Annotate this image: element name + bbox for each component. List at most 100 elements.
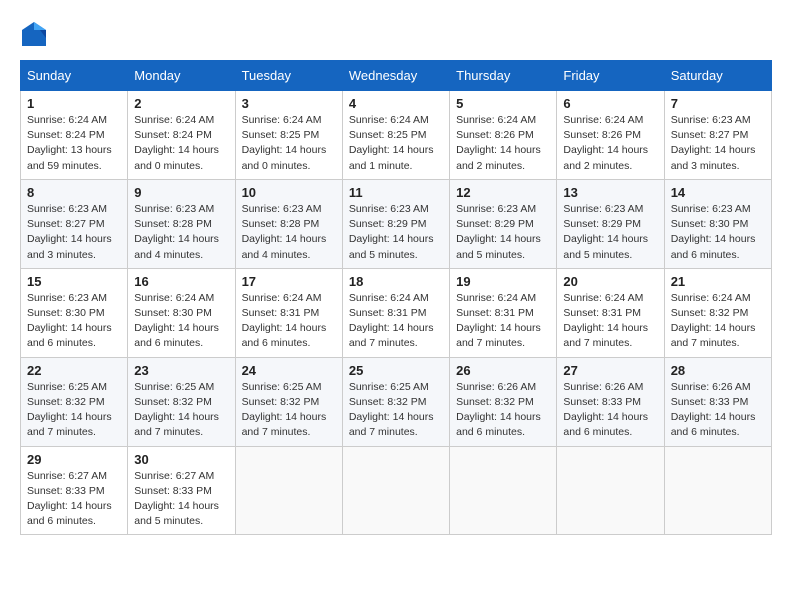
day-number: 12 xyxy=(456,185,550,200)
day-number: 20 xyxy=(563,274,657,289)
day-number: 22 xyxy=(27,363,121,378)
calendar-week-3: 15 Sunrise: 6:23 AMSunset: 8:30 PMDayligh… xyxy=(21,268,772,357)
calendar-cell xyxy=(450,446,557,535)
calendar-cell: 19Sunrise: 6:24 AMSunset: 8:31 PMDayligh… xyxy=(450,268,557,357)
day-number: 29 xyxy=(27,452,121,467)
day-number: 24 xyxy=(242,363,336,378)
day-number: 28 xyxy=(671,363,765,378)
day-number: 16 xyxy=(134,274,228,289)
calendar-cell: 2 Sunrise: 6:24 AMSunset: 8:24 PMDaylight… xyxy=(128,91,235,180)
calendar-cell: 15 Sunrise: 6:23 AMSunset: 8:30 PMDayligh… xyxy=(21,268,128,357)
calendar-cell: 28 Sunrise: 6:26 AMSunset: 8:33 PMDayligh… xyxy=(664,357,771,446)
day-number: 18 xyxy=(349,274,443,289)
cell-content: Sunrise: 6:27 AMSunset: 8:33 PMDaylight:… xyxy=(27,469,121,530)
day-number: 11 xyxy=(349,185,443,200)
calendar-cell: 18 Sunrise: 6:24 AMSunset: 8:31 PMDayligh… xyxy=(342,268,449,357)
cell-content: Sunrise: 6:23 AMSunset: 8:27 PMDaylight:… xyxy=(671,113,765,174)
cell-content: Sunrise: 6:23 AMSunset: 8:28 PMDaylight:… xyxy=(242,202,336,263)
cell-content: Sunrise: 6:23 AMSunset: 8:30 PMDaylight:… xyxy=(27,291,121,352)
calendar-cell: 27 Sunrise: 6:26 AMSunset: 8:33 PMDayligh… xyxy=(557,357,664,446)
calendar-cell: 6 Sunrise: 6:24 AMSunset: 8:26 PMDaylight… xyxy=(557,91,664,180)
calendar-cell xyxy=(342,446,449,535)
calendar-cell: 17Sunrise: 6:24 AMSunset: 8:31 PMDayligh… xyxy=(235,268,342,357)
calendar-cell: 7 Sunrise: 6:23 AMSunset: 8:27 PMDaylight… xyxy=(664,91,771,180)
cell-content: Sunrise: 6:24 AMSunset: 8:31 PMDaylight:… xyxy=(349,291,443,352)
cell-content: Sunrise: 6:26 AMSunset: 8:33 PMDaylight:… xyxy=(671,380,765,441)
day-number: 2 xyxy=(134,96,228,111)
day-number: 1 xyxy=(27,96,121,111)
cell-content: Sunrise: 6:25 AMSunset: 8:32 PMDaylight:… xyxy=(349,380,443,441)
calendar-cell: 9Sunrise: 6:23 AMSunset: 8:28 PMDaylight… xyxy=(128,179,235,268)
calendar-cell xyxy=(557,446,664,535)
cell-content: Sunrise: 6:24 AMSunset: 8:31 PMDaylight:… xyxy=(563,291,657,352)
cell-content: Sunrise: 6:26 AMSunset: 8:32 PMDaylight:… xyxy=(456,380,550,441)
calendar-cell xyxy=(235,446,342,535)
cell-content: Sunrise: 6:24 AMSunset: 8:24 PMDaylight:… xyxy=(27,113,121,174)
day-number: 25 xyxy=(349,363,443,378)
day-number: 10 xyxy=(242,185,336,200)
day-number: 7 xyxy=(671,96,765,111)
cell-content: Sunrise: 6:24 AMSunset: 8:25 PMDaylight:… xyxy=(349,113,443,174)
calendar-cell xyxy=(664,446,771,535)
header-thursday: Thursday xyxy=(450,61,557,91)
day-number: 27 xyxy=(563,363,657,378)
cell-content: Sunrise: 6:23 AMSunset: 8:27 PMDaylight:… xyxy=(27,202,121,263)
header-monday: Monday xyxy=(128,61,235,91)
calendar-table: SundayMondayTuesdayWednesdayThursdayFrid… xyxy=(20,60,772,535)
calendar-cell: 26 Sunrise: 6:26 AMSunset: 8:32 PMDayligh… xyxy=(450,357,557,446)
cell-content: Sunrise: 6:26 AMSunset: 8:33 PMDaylight:… xyxy=(563,380,657,441)
day-number: 19 xyxy=(456,274,550,289)
cell-content: Sunrise: 6:23 AMSunset: 8:29 PMDaylight:… xyxy=(563,202,657,263)
calendar-cell: 16Sunrise: 6:24 AMSunset: 8:30 PMDayligh… xyxy=(128,268,235,357)
header-sunday: Sunday xyxy=(21,61,128,91)
calendar-cell: 5 Sunrise: 6:24 AMSunset: 8:26 PMDaylight… xyxy=(450,91,557,180)
cell-content: Sunrise: 6:25 AMSunset: 8:32 PMDaylight:… xyxy=(134,380,228,441)
logo xyxy=(20,20,52,48)
calendar-cell: 14Sunrise: 6:23 AMSunset: 8:30 PMDayligh… xyxy=(664,179,771,268)
day-number: 26 xyxy=(456,363,550,378)
day-number: 23 xyxy=(134,363,228,378)
calendar-cell: 12 Sunrise: 6:23 AMSunset: 8:29 PMDayligh… xyxy=(450,179,557,268)
calendar-cell: 11 Sunrise: 6:23 AMSunset: 8:29 PMDayligh… xyxy=(342,179,449,268)
cell-content: Sunrise: 6:24 AMSunset: 8:25 PMDaylight:… xyxy=(242,113,336,174)
calendar-cell: 21 Sunrise: 6:24 AMSunset: 8:32 PMDayligh… xyxy=(664,268,771,357)
cell-content: Sunrise: 6:23 AMSunset: 8:29 PMDaylight:… xyxy=(349,202,443,263)
page-header xyxy=(20,20,772,48)
cell-content: Sunrise: 6:24 AMSunset: 8:31 PMDaylight:… xyxy=(242,291,336,352)
calendar-cell: 23 Sunrise: 6:25 AMSunset: 8:32 PMDayligh… xyxy=(128,357,235,446)
calendar-week-2: 8Sunrise: 6:23 AMSunset: 8:27 PMDaylight… xyxy=(21,179,772,268)
calendar-cell: 24 Sunrise: 6:25 AMSunset: 8:32 PMDayligh… xyxy=(235,357,342,446)
day-number: 21 xyxy=(671,274,765,289)
logo-icon xyxy=(20,20,48,48)
cell-content: Sunrise: 6:23 AMSunset: 8:28 PMDaylight:… xyxy=(134,202,228,263)
header-friday: Friday xyxy=(557,61,664,91)
day-number: 30 xyxy=(134,452,228,467)
calendar-cell: 13 Sunrise: 6:23 AMSunset: 8:29 PMDayligh… xyxy=(557,179,664,268)
calendar-cell: 22Sunrise: 6:25 AMSunset: 8:32 PMDayligh… xyxy=(21,357,128,446)
header-saturday: Saturday xyxy=(664,61,771,91)
cell-content: Sunrise: 6:27 AMSunset: 8:33 PMDaylight:… xyxy=(134,469,228,530)
calendar-header-row: SundayMondayTuesdayWednesdayThursdayFrid… xyxy=(21,61,772,91)
calendar-week-4: 22 Sunrise: 6:25 AMSunset: 8:32 PMDayligh… xyxy=(21,357,772,446)
cell-content: Sunrise: 6:23 AMSunset: 8:29 PMDaylight:… xyxy=(456,202,550,263)
day-number: 6 xyxy=(563,96,657,111)
calendar-cell: 10 Sunrise: 6:23 AMSunset: 8:28 PMDayligh… xyxy=(235,179,342,268)
calendar-cell: 4Sunrise: 6:24 AMSunset: 8:25 PMDaylight… xyxy=(342,91,449,180)
day-number: 5 xyxy=(456,96,550,111)
cell-content: Sunrise: 6:24 AMSunset: 8:32 PMDaylight:… xyxy=(671,291,765,352)
header-wednesday: Wednesday xyxy=(342,61,449,91)
day-number: 13 xyxy=(563,185,657,200)
day-number: 15 xyxy=(27,274,121,289)
day-number: 3 xyxy=(242,96,336,111)
cell-content: Sunrise: 6:24 AMSunset: 8:26 PMDaylight:… xyxy=(456,113,550,174)
day-number: 14 xyxy=(671,185,765,200)
calendar-cell: 25 Sunrise: 6:25 AMSunset: 8:32 PMDayligh… xyxy=(342,357,449,446)
calendar-cell: 29 Sunrise: 6:27 AMSunset: 8:33 PMDayligh… xyxy=(21,446,128,535)
cell-content: Sunrise: 6:24 AMSunset: 8:26 PMDaylight:… xyxy=(563,113,657,174)
calendar-cell: 8Sunrise: 6:23 AMSunset: 8:27 PMDaylight… xyxy=(21,179,128,268)
calendar-cell: 20 Sunrise: 6:24 AMSunset: 8:31 PMDayligh… xyxy=(557,268,664,357)
cell-content: Sunrise: 6:24 AMSunset: 8:24 PMDaylight:… xyxy=(134,113,228,174)
calendar-week-1: 1 Sunrise: 6:24 AMSunset: 8:24 PMDaylight… xyxy=(21,91,772,180)
calendar-cell: 3 Sunrise: 6:24 AMSunset: 8:25 PMDaylight… xyxy=(235,91,342,180)
cell-content: Sunrise: 6:25 AMSunset: 8:32 PMDaylight:… xyxy=(242,380,336,441)
